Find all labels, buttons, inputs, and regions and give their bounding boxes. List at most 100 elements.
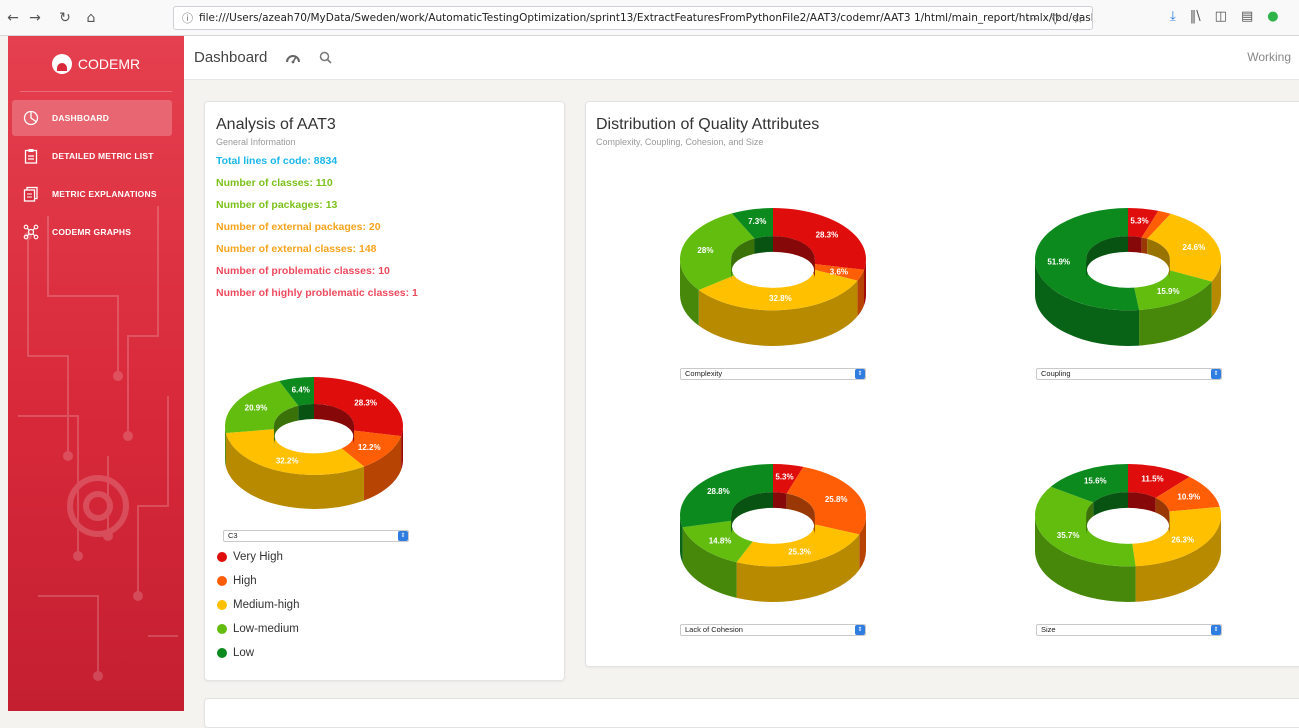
sidebar-toggle-icon[interactable]: ◫ (1215, 9, 1227, 24)
url-bar[interactable]: ⓘ file:///Users/azeah70/MyData/Sweden/wo… (173, 6, 1093, 30)
legend-dot (217, 624, 227, 634)
metric-select-complexity[interactable]: Complexity ⇕ (680, 368, 866, 380)
slice-data-label: 3.6% (830, 268, 848, 277)
select-arrow-icon: ⇕ (1211, 625, 1221, 635)
sidebar-item-detailed-metric-list[interactable]: DETAILED METRIC LIST (12, 138, 172, 174)
legend-label: Very High (233, 551, 283, 563)
stat-packages: Number of packages: 13 (216, 199, 338, 211)
status-text: Working (1247, 50, 1291, 64)
legend-item-low: Low (217, 641, 299, 665)
download-icon[interactable]: ⤓ (1170, 9, 1176, 24)
analysis-subtitle: General Information (216, 137, 296, 147)
slice-data-label: 5.3% (1130, 217, 1148, 226)
sidebar-menu: DASHBOARD DETAILED METRIC LIST METRIC EX… (8, 100, 184, 250)
metric-select-lack-of-cohesion[interactable]: Lack of Cohesion ⇕ (680, 624, 866, 636)
select-arrow-icon: ⇕ (398, 531, 408, 541)
dashboard-gauge-icon[interactable] (285, 50, 301, 66)
stat-problematic-classes: Number of problematic classes: 10 (216, 265, 390, 277)
stat-highly-problematic-classes: Number of highly problematic classes: 1 (216, 287, 418, 299)
metric-select-coupling[interactable]: Coupling ⇕ (1036, 368, 1222, 380)
slice-data-label: 15.9% (1157, 287, 1180, 296)
clipboard-icon (22, 147, 40, 165)
slice-data-label: 14.8% (709, 536, 732, 545)
donut-inner-wall (1169, 511, 1170, 535)
reload-icon[interactable]: ↻ (54, 7, 76, 29)
home-icon[interactable]: ⌂ (80, 7, 102, 29)
donut-hole (1086, 251, 1170, 288)
sidebar: CODEMR DASHBOARD DETAILED METRIC LIST ME… (8, 36, 184, 711)
slice-data-label: 35.7% (1057, 531, 1080, 540)
select-value: Lack of Cohesion (685, 625, 743, 634)
select-value: Complexity (685, 369, 723, 378)
legend-item-medium-high: Medium-high (217, 593, 299, 617)
legend-label: Low (233, 647, 255, 659)
extension-icon[interactable]: ● (1267, 9, 1278, 24)
select-value: Coupling (1041, 369, 1071, 378)
analysis-card: Analysis of AAT3 General Information Tot… (204, 101, 565, 681)
bookmark-star-icon[interactable]: ☆ (1072, 12, 1084, 27)
brand-name: CODEMR (77, 55, 141, 72)
select-arrow-icon: ⇕ (1211, 369, 1221, 379)
slice-data-label: 20.9% (245, 404, 268, 413)
slice-data-label: 15.6% (1084, 477, 1107, 486)
metric-select-c3[interactable]: C3 ⇕ (223, 530, 409, 542)
distribution-title: Distribution of Quality Attributes (596, 116, 820, 133)
legend-label: Medium-high (233, 599, 300, 611)
slice-data-label: 32.2% (276, 456, 299, 465)
pie-icon (22, 109, 40, 127)
slice-data-label: 24.6% (1183, 243, 1206, 252)
sidebar-item-label: METRIC EXPLANATIONS (52, 189, 157, 199)
donut-hole (731, 507, 815, 544)
slice-data-label: 28.8% (707, 487, 730, 496)
sidebar-item-metric-explanations[interactable]: METRIC EXPLANATIONS (12, 176, 172, 212)
distribution-subtitle: Complexity, Coupling, Cohesion, and Size (596, 137, 764, 147)
slice-data-label: 25.8% (825, 495, 848, 504)
slice-data-label: 12.2% (358, 443, 381, 452)
pocket-icon[interactable]: ▽ (1050, 12, 1060, 27)
lack-of-cohesion-donut-chart: 5.3% 25.8% 25.3% 14.8% 28.8% (680, 464, 866, 602)
library-icon[interactable]: ‖\ (1190, 9, 1201, 24)
donut-hole (1086, 507, 1170, 544)
reader-icon[interactable]: ▤ (1241, 9, 1253, 24)
forward-icon[interactable]: → (24, 7, 46, 29)
coupling-donut-chart: 5.3% 24.6% 15.9% 51.9% (1035, 208, 1221, 346)
analysis-title: Analysis of AAT3 (216, 116, 336, 133)
select-arrow-icon: ⇕ (855, 369, 865, 379)
sidebar-item-label: DETAILED METRIC LIST (52, 151, 154, 161)
page-title: Dashboard (194, 49, 268, 66)
legend-item-low-medium: Low-medium (217, 617, 299, 641)
slice-data-label: 51.9% (1047, 258, 1070, 267)
legend-label: Low-medium (233, 623, 299, 635)
more-actions-icon[interactable]: ⋯ (1025, 12, 1038, 27)
back-icon[interactable]: ← (2, 7, 24, 29)
size-donut-chart: 11.5% 10.9% 26.3% 35.7% 15.6% (1035, 464, 1221, 602)
sidebar-item-label: CODEMR GRAPHS (52, 227, 132, 237)
slice-data-label: 5.3% (775, 473, 793, 482)
sidebar-item-label: DASHBOARD (52, 113, 110, 123)
codemr-logo-icon (51, 53, 72, 74)
c3-donut-chart: 28.3% 12.2% 32.2% 20.9% 6.4% (225, 377, 403, 509)
stat-classes: Number of classes: 110 (216, 177, 333, 189)
slice-data-label: 25.3% (788, 547, 811, 556)
sidebar-item-codemr-graphs[interactable]: CODEMR GRAPHS (12, 214, 172, 250)
legend: Very High High Medium-high Low-medium Lo… (217, 545, 299, 665)
sidebar-item-dashboard[interactable]: DASHBOARD (12, 100, 172, 136)
top-navbar: Dashboard Working (184, 36, 1299, 80)
metric-select-size[interactable]: Size ⇕ (1036, 624, 1222, 636)
search-icon[interactable] (317, 50, 333, 66)
stat-total-lines: Total lines of code: 8834 (216, 155, 338, 167)
brand-logo[interactable]: CODEMR (20, 36, 172, 92)
network-icon (22, 223, 40, 241)
info-icon[interactable]: ⓘ (182, 10, 193, 26)
complexity-donut-chart: 28.3% 3.6% 32.8% 28% 7.3% (680, 208, 866, 346)
slice-data-label: 26.3% (1171, 535, 1194, 544)
legend-item-high: High (217, 569, 299, 593)
select-value: Size (1041, 625, 1056, 634)
browser-toolbar: ← → ↻ ⌂ ⓘ file:///Users/azeah70/MyData/S… (0, 0, 1299, 36)
distribution-card: Distribution of Quality Attributes Compl… (585, 101, 1299, 667)
slice-data-label: 6.4% (292, 385, 310, 394)
legend-dot (217, 552, 227, 562)
select-arrow-icon: ⇕ (855, 625, 865, 635)
donut-hole (274, 419, 354, 454)
slice-data-label: 10.9% (1177, 492, 1200, 501)
